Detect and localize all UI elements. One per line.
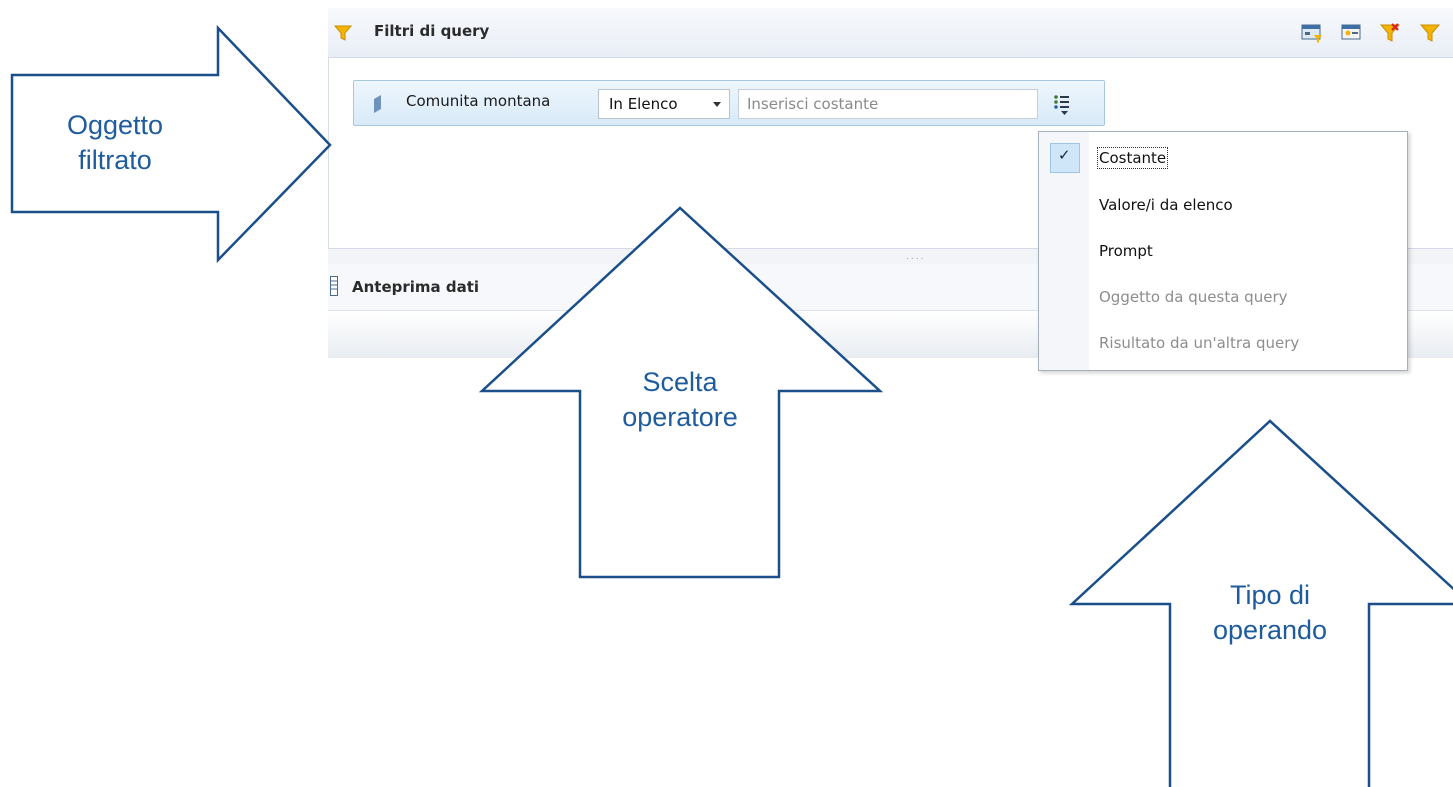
menu-item-valori-da-elenco[interactable]: Valore/i da elenco bbox=[1039, 184, 1407, 228]
callout-line: operatore bbox=[622, 402, 738, 432]
callout-line: Oggetto bbox=[66, 110, 164, 140]
callout-line: Tipo di bbox=[1229, 580, 1311, 610]
callout-filtered-object: Oggetto filtrato bbox=[40, 108, 190, 178]
callout-operator-choice: Scelta operatore bbox=[580, 365, 780, 435]
menu-item-label: Valore/i da elenco bbox=[1099, 196, 1233, 214]
menu-item-label: Costante bbox=[1096, 147, 1169, 169]
menu-item-prompt[interactable]: Prompt bbox=[1039, 230, 1407, 274]
menu-check-box: ✓ bbox=[1050, 143, 1080, 173]
menu-item-risultato-da-altra-query: Risultato da un'altra query bbox=[1039, 322, 1407, 366]
menu-item-oggetto-da-questa-query: Oggetto da questa query bbox=[1039, 276, 1407, 320]
operand-type-menu: ✓ Costante Valore/i da elenco Prompt Ogg… bbox=[1038, 131, 1408, 371]
checkmark-icon: ✓ bbox=[1058, 146, 1071, 164]
menu-item-costante[interactable]: ✓ Costante bbox=[1039, 137, 1407, 181]
callout-line: operando bbox=[1212, 615, 1328, 645]
menu-item-label: Risultato da un'altra query bbox=[1099, 334, 1300, 352]
menu-item-label: Prompt bbox=[1099, 242, 1153, 260]
callout-line: Scelta bbox=[642, 367, 718, 397]
callout-operand-type: Tipo di operando bbox=[1170, 578, 1370, 648]
menu-item-label: Oggetto da questa query bbox=[1099, 288, 1288, 306]
callout-line: filtrato bbox=[78, 145, 152, 175]
